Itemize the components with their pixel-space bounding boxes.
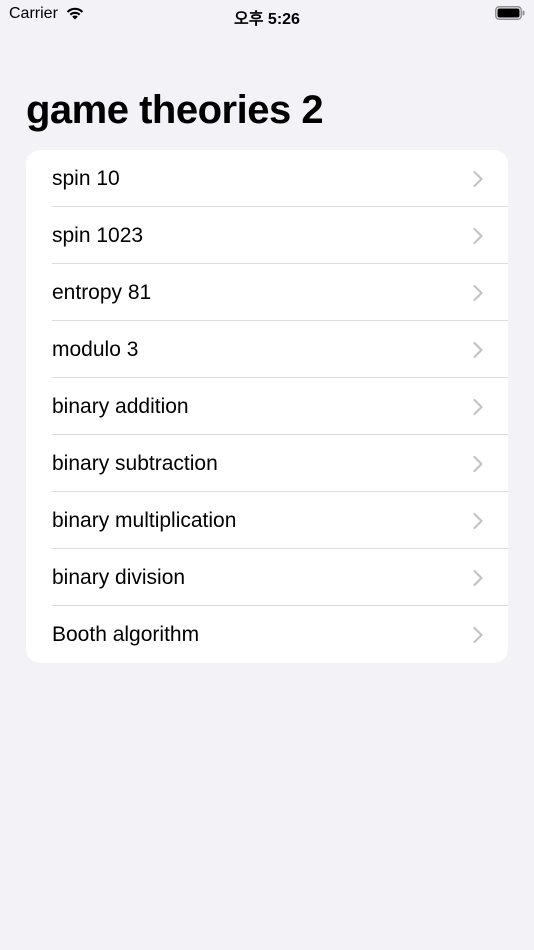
page-title: game theories 2 bbox=[26, 88, 324, 132]
list-item-label: entropy 81 bbox=[52, 280, 152, 304]
chevron-right-icon bbox=[472, 341, 484, 359]
chevron-right-icon bbox=[472, 626, 484, 644]
status-bar: Carrier 오후 5:26 bbox=[0, 0, 534, 28]
list-item[interactable]: binary subtraction bbox=[26, 435, 508, 492]
list-item[interactable]: Booth algorithm bbox=[26, 606, 508, 663]
chevron-right-icon bbox=[472, 455, 484, 473]
list-item-label: Booth algorithm bbox=[52, 622, 200, 646]
list-item-label: binary multiplication bbox=[52, 508, 237, 532]
list-item-label: binary division bbox=[52, 565, 186, 589]
chevron-right-icon bbox=[472, 512, 484, 530]
chevron-right-icon bbox=[472, 398, 484, 416]
status-time: 오후 5:26 bbox=[234, 11, 300, 28]
list-item-label: spin 10 bbox=[52, 166, 120, 190]
list-item-label: spin 1023 bbox=[52, 223, 144, 247]
menu-list: spin 10 spin 1023 entropy 81 modulo 3 bi… bbox=[26, 150, 508, 663]
list-item[interactable]: modulo 3 bbox=[26, 321, 508, 378]
list-item-label: binary addition bbox=[52, 394, 189, 418]
chevron-right-icon bbox=[472, 227, 484, 245]
battery-icon bbox=[495, 6, 525, 20]
chevron-right-icon bbox=[472, 170, 484, 188]
chevron-right-icon bbox=[472, 284, 484, 302]
list-item-label: modulo 3 bbox=[52, 337, 139, 361]
list-item-label: binary subtraction bbox=[52, 451, 218, 475]
chevron-right-icon bbox=[472, 569, 484, 587]
list-item[interactable]: spin 10 bbox=[26, 150, 508, 207]
list-item[interactable]: binary multiplication bbox=[26, 492, 508, 549]
list-item[interactable]: binary division bbox=[26, 549, 508, 606]
list-item[interactable]: entropy 81 bbox=[26, 264, 508, 321]
list-item[interactable]: binary addition bbox=[26, 378, 508, 435]
list-item[interactable]: spin 1023 bbox=[26, 207, 508, 264]
